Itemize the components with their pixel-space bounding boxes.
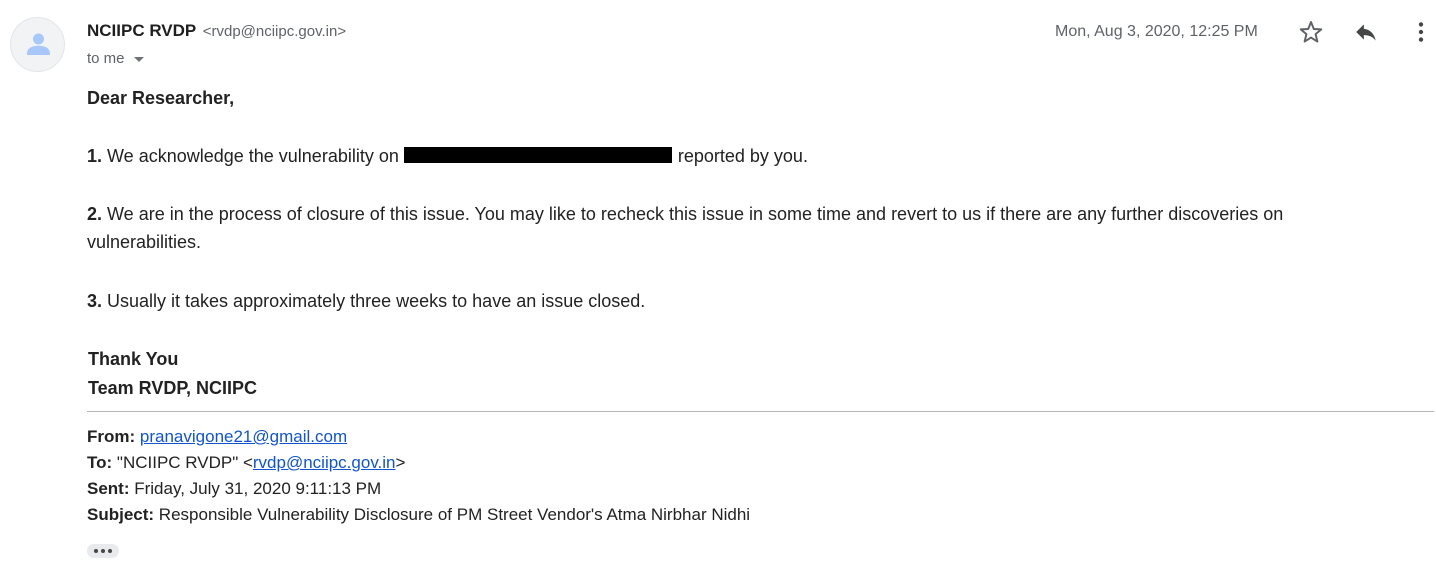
quoted-from-link[interactable]: pranavigone21@gmail.com [140, 427, 347, 446]
reply-icon [1356, 24, 1376, 41]
quoted-headers: From: pranavigone21@gmail.com To: "NCIIP… [87, 424, 750, 528]
quoted-to-close: > [395, 453, 406, 472]
quoted-sent-value: Friday, July 31, 2020 9:11:13 PM [134, 479, 382, 498]
paragraph-3: 3. Usually it takes approximately three … [87, 287, 645, 315]
paragraph-2: 2. We are in the process of closure of t… [87, 200, 1387, 256]
sender-email: <rvdp@nciipc.gov.in> [202, 23, 347, 40]
paragraph-text: We are in the process of closure of this… [87, 204, 1284, 252]
greeting: Dear Researcher, [87, 88, 235, 108]
paragraph-number: 2. [87, 204, 103, 224]
show-trimmed-content-button[interactable] [87, 544, 119, 558]
quoted-to-name: "NCIIPC RVDP" < [116, 453, 253, 472]
star-button[interactable] [1296, 17, 1326, 47]
more-options-button[interactable] [1406, 17, 1436, 47]
quoted-from-label: From: [87, 427, 136, 446]
message-date: Mon, Aug 3, 2020, 12:25 PM [1055, 23, 1258, 40]
ellipsis-icon [108, 549, 112, 553]
ellipsis-icon [101, 549, 105, 553]
quote-divider [87, 411, 1434, 412]
signature-line-1: Thank You [88, 349, 179, 369]
paragraph-1: 1. We acknowledge the vulnerability on r… [87, 142, 808, 170]
paragraph-text: We acknowledge the vulnerability on [102, 146, 404, 166]
quoted-subject-value: Responsible Vulnerability Disclosure of … [158, 505, 751, 524]
signature-line-2: Team RVDP, NCIIPC [88, 378, 258, 398]
quoted-from-row: From: pranavigone21@gmail.com [87, 424, 750, 450]
quoted-subject-label: Subject: [87, 505, 155, 524]
quoted-sent-label: Sent: [87, 479, 130, 498]
recipients-toggle[interactable]: to me [87, 50, 144, 67]
redaction-bar [403, 147, 672, 163]
sender-line: NCIIPC RVDP <rvdp@nciipc.gov.in> [87, 21, 346, 41]
ellipsis-icon [94, 549, 98, 553]
recipients-label: to me [87, 50, 125, 67]
star-icon [1299, 21, 1323, 43]
paragraph-text: Usually it takes approximately three wee… [102, 291, 646, 311]
more-vert-icon [1418, 22, 1424, 42]
paragraph-text: reported by you. [672, 146, 808, 166]
reply-button[interactable] [1351, 17, 1381, 47]
paragraph-number: 3. [87, 291, 103, 311]
quoted-sent-row: Sent: Friday, July 31, 2020 9:11:13 PM [87, 476, 750, 502]
quoted-to-label: To: [87, 453, 113, 472]
quoted-subject-row: Subject: Responsible Vulnerability Discl… [87, 502, 750, 528]
signature: Thank You Team RVDP, NCIIPC [88, 345, 257, 403]
avatar[interactable] [10, 17, 65, 72]
quoted-to-row: To: "NCIIPC RVDP" <rvdp@nciipc.gov.in> [87, 450, 750, 476]
sender-name[interactable]: NCIIPC RVDP [87, 21, 196, 40]
avatar-icon [27, 33, 50, 55]
paragraph-number: 1. [87, 146, 103, 166]
quoted-to-link[interactable]: rvdp@nciipc.gov.in [253, 453, 396, 472]
chevron-down-icon [133, 57, 144, 62]
